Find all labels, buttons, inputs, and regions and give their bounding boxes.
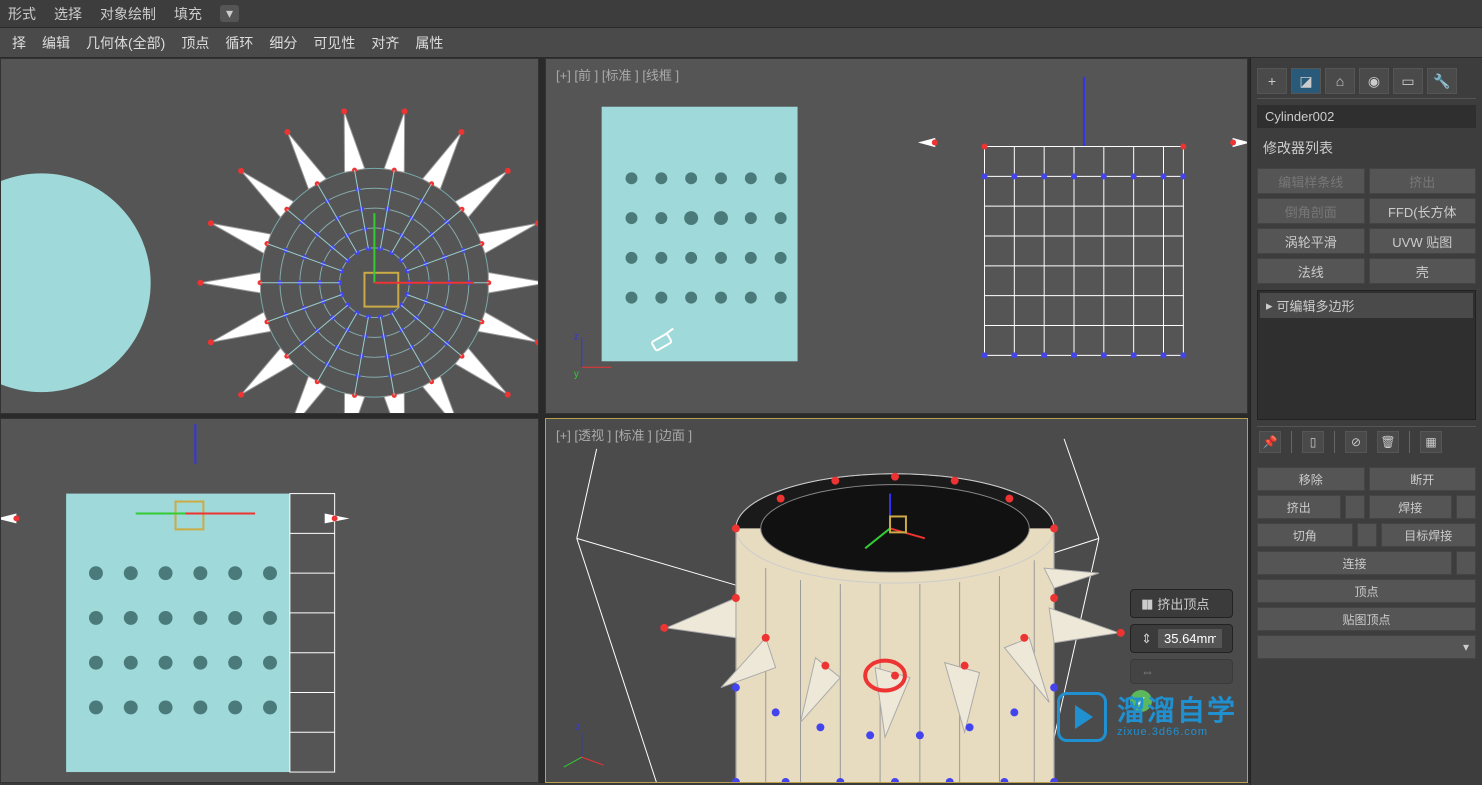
rb-geometry[interactable]: 几何体(全部) bbox=[78, 29, 173, 57]
mod-edit-spline[interactable]: 编辑样条线 bbox=[1257, 168, 1365, 194]
create-tab-icon[interactable]: + bbox=[1257, 68, 1287, 94]
edit-vertices-rollout: 移除 断开 挤出 焊接 切角 目标焊接 连接 顶点 贴图顶点 bbox=[1257, 467, 1476, 659]
mod-shell[interactable]: 壳 bbox=[1369, 258, 1477, 284]
rb-loop[interactable]: 循环 bbox=[217, 29, 261, 57]
play-logo-icon bbox=[1057, 692, 1107, 742]
rb-edit[interactable]: 编辑 bbox=[34, 29, 78, 57]
delete-icon[interactable]: 🗑 bbox=[1377, 431, 1399, 453]
svg-text:z: z bbox=[576, 721, 581, 731]
stack-editable-poly[interactable]: ▸ 可编辑多边形 bbox=[1260, 293, 1473, 318]
caddy-title: 挤出顶点 bbox=[1157, 594, 1209, 613]
height-icon: ⇕ bbox=[1141, 631, 1152, 647]
menu-select[interactable]: 选择 bbox=[54, 4, 82, 24]
command-panel: + ◪ ⌂ ◉ ▭ 🔧 Cylinder002 修改器列表 编辑样条线 挤出 倒… bbox=[1250, 58, 1482, 785]
btn-extrude-settings[interactable] bbox=[1345, 495, 1365, 519]
expand-icon[interactable]: ▸ bbox=[1266, 298, 1273, 314]
stack-item-label: 可编辑多边形 bbox=[1277, 296, 1355, 315]
viewport-area: [+] [前 ] [标准 ] [线框 ] bbox=[0, 58, 1250, 783]
mod-bevel-profile[interactable]: 倒角剖面 bbox=[1257, 198, 1365, 224]
caddy-row-3: ⇔ bbox=[1130, 659, 1233, 684]
panel-tabs: + ◪ ⌂ ◉ ▭ 🔧 bbox=[1257, 64, 1476, 99]
unique-icon[interactable]: ⊘ bbox=[1345, 431, 1367, 453]
width-icon: ⇔ bbox=[1141, 664, 1154, 679]
mod-uvw-map[interactable]: UVW 贴图 bbox=[1369, 228, 1477, 254]
viewport-front[interactable]: [+] [前 ] [标准 ] [线框 ] bbox=[545, 58, 1248, 414]
show-end-icon[interactable]: ▯ bbox=[1302, 431, 1324, 453]
btn-connect[interactable]: 连接 bbox=[1257, 551, 1452, 575]
mod-extrude[interactable]: 挤出 bbox=[1369, 168, 1477, 194]
svg-text:y: y bbox=[574, 369, 579, 380]
caddy-value-row[interactable]: ⇕ bbox=[1130, 624, 1233, 653]
watermark-text: 溜溜自学 bbox=[1117, 696, 1237, 727]
btn-weld[interactable]: 焊接 bbox=[1369, 495, 1453, 519]
btn-weld-settings[interactable] bbox=[1456, 495, 1476, 519]
utilities-tab-icon[interactable]: 🔧 bbox=[1427, 68, 1457, 94]
viewport-perspective[interactable]: [+] [透视 ] [标准 ] [边面 ] bbox=[545, 418, 1248, 783]
hierarchy-tab-icon[interactable]: ⌂ bbox=[1325, 68, 1355, 94]
btn-chamfer-settings[interactable] bbox=[1357, 523, 1377, 547]
mod-normal[interactable]: 法线 bbox=[1257, 258, 1365, 284]
svg-text:z: z bbox=[574, 331, 579, 342]
btn-connect-settings[interactable] bbox=[1456, 551, 1476, 575]
modifier-list-label: 修改器列表 bbox=[1257, 134, 1476, 162]
motion-tab-icon[interactable]: ◉ bbox=[1359, 68, 1389, 94]
pause-icon: ▮▮ bbox=[1141, 596, 1151, 612]
modifier-buttons: 编辑样条线 挤出 倒角剖面 FFD(长方体 涡轮平滑 UVW 贴图 法线 壳 bbox=[1257, 168, 1476, 284]
rb-subdivide[interactable]: 细分 bbox=[261, 29, 305, 57]
btn-vertex[interactable]: 顶点 bbox=[1257, 579, 1476, 603]
rb-props[interactable]: 属性 bbox=[407, 29, 451, 57]
rb-select[interactable]: 择 bbox=[4, 29, 34, 57]
ribbon-bar: 择 编辑 几何体(全部) 顶点 循环 细分 可见性 对齐 属性 bbox=[0, 28, 1482, 58]
btn-break[interactable]: 断开 bbox=[1369, 467, 1477, 491]
viewport-left[interactable] bbox=[0, 418, 539, 783]
watermark-url: zixue.3d66.com bbox=[1117, 726, 1237, 738]
menu-paint[interactable]: 对象绘制 bbox=[100, 4, 156, 24]
spinner[interactable]: ▾ bbox=[1257, 635, 1476, 659]
display-tab-icon[interactable]: ▭ bbox=[1393, 68, 1423, 94]
rb-align[interactable]: 对齐 bbox=[363, 29, 407, 57]
viewport-top[interactable] bbox=[0, 58, 539, 414]
caddy-title-row: ▮▮ 挤出顶点 bbox=[1130, 589, 1233, 618]
rb-visibility[interactable]: 可见性 bbox=[305, 29, 363, 57]
dropdown-icon[interactable]: ▾ bbox=[220, 5, 239, 22]
btn-extrude[interactable]: 挤出 bbox=[1257, 495, 1341, 519]
pin-icon[interactable]: 📌 bbox=[1259, 431, 1281, 453]
btn-remove[interactable]: 移除 bbox=[1257, 467, 1365, 491]
extrude-value-input[interactable] bbox=[1158, 629, 1222, 648]
btn-map-vertex[interactable]: 贴图顶点 bbox=[1257, 607, 1476, 631]
stack-tools: 📌 ▯ ⊘ 🗑 ▦ bbox=[1257, 426, 1476, 457]
btn-chamfer[interactable]: 切角 bbox=[1257, 523, 1353, 547]
modify-tab-icon[interactable]: ◪ bbox=[1291, 68, 1321, 94]
mod-ffd-box[interactable]: FFD(长方体 bbox=[1369, 198, 1477, 224]
configure-icon[interactable]: ▦ bbox=[1420, 431, 1442, 453]
watermark: 溜溜自学 zixue.3d66.com bbox=[1057, 692, 1237, 742]
rb-vertex[interactable]: 顶点 bbox=[173, 29, 217, 57]
modifier-stack[interactable]: ▸ 可编辑多边形 bbox=[1257, 290, 1476, 420]
mod-turbosmooth[interactable]: 涡轮平滑 bbox=[1257, 228, 1365, 254]
menu-mode[interactable]: 形式 bbox=[8, 4, 36, 24]
btn-target-weld[interactable]: 目标焊接 bbox=[1381, 523, 1477, 547]
menu-fill[interactable]: 填充 bbox=[174, 4, 202, 24]
object-name[interactable]: Cylinder002 bbox=[1257, 105, 1476, 128]
top-menu: 形式 选择 对象绘制 填充 ▾ bbox=[0, 0, 1482, 28]
